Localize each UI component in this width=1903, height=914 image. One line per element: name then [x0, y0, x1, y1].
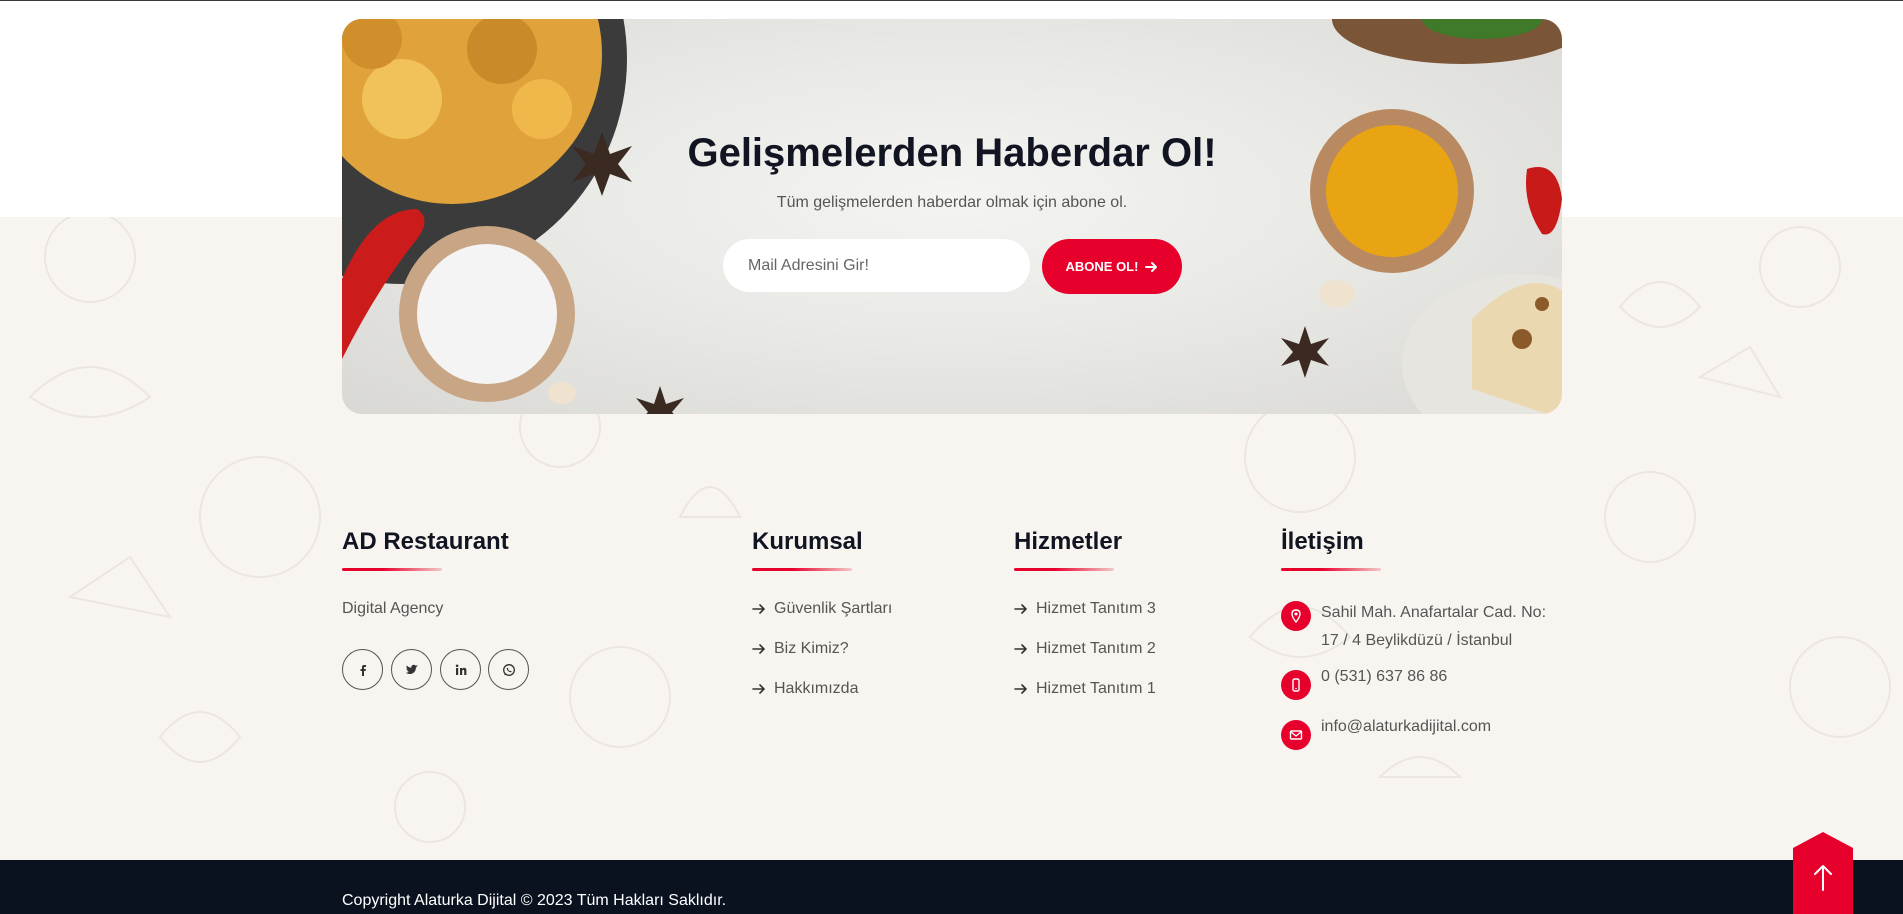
subscribe-button-label: ABONE OL!	[1065, 259, 1139, 274]
newsletter-subtitle: Tüm gelişmelerden haberdar olmak için ab…	[776, 194, 1128, 211]
link-guvenlik-sartlari[interactable]: Güvenlik Şartları	[752, 600, 892, 618]
whatsapp-icon	[502, 663, 515, 676]
arrow-right-icon	[1145, 261, 1158, 272]
arrow-right-icon	[1014, 644, 1027, 654]
address-line-2: 17 / 4 Beylikdüzü / İstanbul	[1321, 632, 1513, 649]
link-label: Hizmet Tanıtım 1	[1036, 680, 1156, 697]
hizmetler-title-underline	[1014, 568, 1114, 571]
link-hizmet-2[interactable]: Hizmet Tanıtım 2	[1014, 640, 1156, 658]
phone-link[interactable]: 0 (531) 637 86 86	[1321, 668, 1447, 686]
phone-icon	[1281, 670, 1311, 700]
brand-tagline: Digital Agency	[342, 600, 444, 617]
scroll-to-top-button[interactable]	[1793, 832, 1853, 914]
newsletter-title: Gelişmelerden Haberdar Ol!	[687, 131, 1217, 175]
food-photo-decoration	[342, 19, 1562, 414]
facebook-icon	[360, 664, 366, 676]
facebook-button[interactable]	[342, 649, 383, 690]
subscribe-button[interactable]: ABONE OL!	[1042, 239, 1182, 294]
arrow-right-icon	[1014, 684, 1027, 694]
arrow-right-icon	[752, 644, 765, 654]
iletisim-title-underline	[1281, 568, 1381, 571]
footer-bottom-bar	[0, 860, 1903, 914]
email-link[interactable]: info@alaturkadijital.com	[1321, 718, 1491, 736]
linkedin-icon	[455, 664, 466, 675]
brand-title: AD Restaurant	[342, 528, 509, 555]
kurumsal-title: Kurumsal	[752, 528, 863, 555]
copyright-text: Copyright Alaturka Dijital © 2023 Tüm Ha…	[342, 892, 727, 909]
linkedin-button[interactable]	[440, 649, 481, 690]
newsletter-banner: Gelişmelerden Haberdar Ol! Tüm gelişmele…	[342, 19, 1562, 414]
brand-title-underline	[342, 568, 442, 571]
twitter-button[interactable]	[391, 649, 432, 690]
email-input[interactable]	[723, 239, 1030, 292]
mail-icon	[1281, 720, 1311, 750]
link-biz-kimiz[interactable]: Biz Kimiz?	[752, 640, 849, 658]
arrow-right-icon	[752, 684, 765, 694]
location-icon	[1281, 601, 1311, 631]
hizmetler-title: Hizmetler	[1014, 528, 1123, 555]
link-label: Hizmet Tanıtım 2	[1036, 640, 1156, 657]
link-hizmet-3[interactable]: Hizmet Tanıtım 3	[1014, 600, 1156, 618]
address-line-1: Sahil Mah. Anafartalar Cad. No:	[1321, 604, 1547, 621]
arrow-right-icon	[1014, 604, 1027, 614]
iletisim-title: İletişim	[1281, 528, 1364, 555]
link-label: Hizmet Tanıtım 3	[1036, 600, 1156, 617]
arrow-up-icon	[1793, 832, 1853, 914]
link-label: Hakkımızda	[774, 680, 859, 697]
link-hakkimizda[interactable]: Hakkımızda	[752, 680, 858, 698]
address-text: Sahil Mah. Anafartalar Cad. No: 17 / 4 B…	[1321, 599, 1546, 655]
link-label: Biz Kimiz?	[774, 640, 849, 657]
arrow-right-icon	[752, 604, 765, 614]
link-label: Güvenlik Şartları	[774, 600, 893, 617]
whatsapp-button[interactable]	[488, 649, 529, 690]
link-hizmet-1[interactable]: Hizmet Tanıtım 1	[1014, 680, 1156, 698]
twitter-icon	[405, 664, 418, 674]
kurumsal-title-underline	[752, 568, 852, 571]
